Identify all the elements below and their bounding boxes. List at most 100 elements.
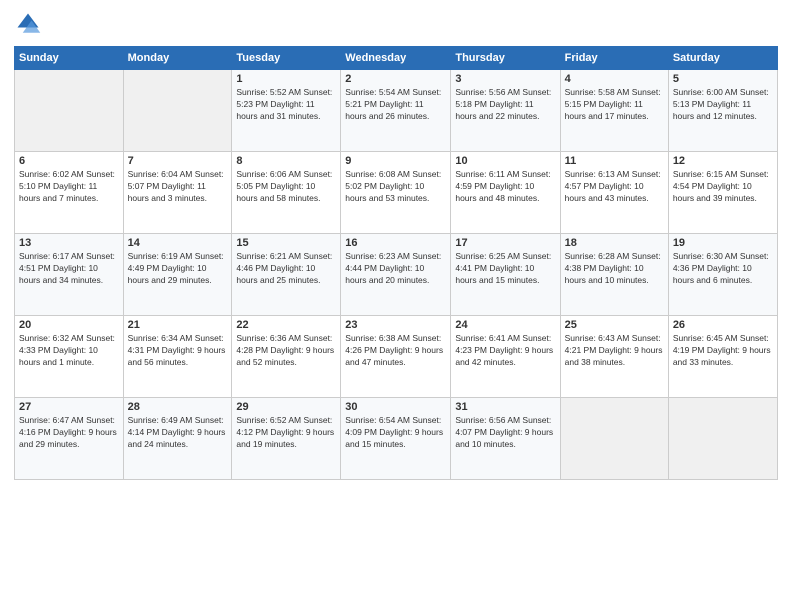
day-info: Sunrise: 5:54 AM Sunset: 5:21 PM Dayligh… (345, 87, 446, 123)
day-info: Sunrise: 6:19 AM Sunset: 4:49 PM Dayligh… (128, 251, 228, 287)
day-info: Sunrise: 6:54 AM Sunset: 4:09 PM Dayligh… (345, 415, 446, 451)
day-number: 20 (19, 319, 119, 331)
calendar-cell: 12 Sunrise: 6:15 AM Sunset: 4:54 PM Dayli… (668, 152, 777, 234)
calendar-cell: 6 Sunrise: 6:02 AM Sunset: 5:10 PM Daylig… (15, 152, 124, 234)
day-info: Sunrise: 6:00 AM Sunset: 5:13 PM Dayligh… (673, 87, 773, 123)
day-number: 26 (673, 319, 773, 331)
page: SundayMondayTuesdayWednesdayThursdayFrid… (0, 0, 792, 612)
day-number: 7 (128, 155, 228, 167)
calendar-cell: 24 Sunrise: 6:41 AM Sunset: 4:23 PM Dayli… (451, 316, 560, 398)
day-number: 24 (455, 319, 555, 331)
weekday-header: Thursday (451, 47, 560, 70)
day-number: 4 (565, 73, 664, 85)
day-number: 12 (673, 155, 773, 167)
logo-icon (14, 10, 42, 38)
calendar-cell (560, 398, 668, 480)
calendar-week-row: 20 Sunrise: 6:32 AM Sunset: 4:33 PM Dayli… (15, 316, 778, 398)
day-info: Sunrise: 6:47 AM Sunset: 4:16 PM Dayligh… (19, 415, 119, 451)
day-number: 31 (455, 401, 555, 413)
calendar-cell: 7 Sunrise: 6:04 AM Sunset: 5:07 PM Daylig… (123, 152, 232, 234)
calendar-cell: 15 Sunrise: 6:21 AM Sunset: 4:46 PM Dayli… (232, 234, 341, 316)
day-info: Sunrise: 6:25 AM Sunset: 4:41 PM Dayligh… (455, 251, 555, 287)
calendar-cell: 8 Sunrise: 6:06 AM Sunset: 5:05 PM Daylig… (232, 152, 341, 234)
weekday-header: Wednesday (341, 47, 451, 70)
calendar-week-row: 6 Sunrise: 6:02 AM Sunset: 5:10 PM Daylig… (15, 152, 778, 234)
calendar-cell: 26 Sunrise: 6:45 AM Sunset: 4:19 PM Dayli… (668, 316, 777, 398)
header (14, 10, 778, 38)
day-info: Sunrise: 6:04 AM Sunset: 5:07 PM Dayligh… (128, 169, 228, 205)
day-number: 17 (455, 237, 555, 249)
day-number: 18 (565, 237, 664, 249)
calendar-week-row: 27 Sunrise: 6:47 AM Sunset: 4:16 PM Dayli… (15, 398, 778, 480)
day-number: 27 (19, 401, 119, 413)
weekday-header: Sunday (15, 47, 124, 70)
day-number: 25 (565, 319, 664, 331)
calendar-cell: 19 Sunrise: 6:30 AM Sunset: 4:36 PM Dayli… (668, 234, 777, 316)
day-number: 23 (345, 319, 446, 331)
day-info: Sunrise: 5:56 AM Sunset: 5:18 PM Dayligh… (455, 87, 555, 123)
day-info: Sunrise: 6:17 AM Sunset: 4:51 PM Dayligh… (19, 251, 119, 287)
day-info: Sunrise: 5:52 AM Sunset: 5:23 PM Dayligh… (236, 87, 336, 123)
day-info: Sunrise: 6:41 AM Sunset: 4:23 PM Dayligh… (455, 333, 555, 369)
day-info: Sunrise: 6:06 AM Sunset: 5:05 PM Dayligh… (236, 169, 336, 205)
calendar-cell: 10Sunrise: 6:11 AM Sunset: 4:59 PM Dayli… (451, 152, 560, 234)
day-info: Sunrise: 6:34 AM Sunset: 4:31 PM Dayligh… (128, 333, 228, 369)
day-info: Sunrise: 6:56 AM Sunset: 4:07 PM Dayligh… (455, 415, 555, 451)
calendar-cell: 9 Sunrise: 6:08 AM Sunset: 5:02 PM Daylig… (341, 152, 451, 234)
calendar-cell: 21Sunrise: 6:34 AM Sunset: 4:31 PM Dayli… (123, 316, 232, 398)
calendar-week-row: 1Sunrise: 5:52 AM Sunset: 5:23 PM Daylig… (15, 70, 778, 152)
calendar-cell: 23 Sunrise: 6:38 AM Sunset: 4:26 PM Dayli… (341, 316, 451, 398)
calendar-cell (668, 398, 777, 480)
day-info: Sunrise: 6:30 AM Sunset: 4:36 PM Dayligh… (673, 251, 773, 287)
calendar-cell: 4Sunrise: 5:58 AM Sunset: 5:15 PM Daylig… (560, 70, 668, 152)
day-info: Sunrise: 6:23 AM Sunset: 4:44 PM Dayligh… (345, 251, 446, 287)
weekday-header-row: SundayMondayTuesdayWednesdayThursdayFrid… (15, 47, 778, 70)
day-info: Sunrise: 6:15 AM Sunset: 4:54 PM Dayligh… (673, 169, 773, 205)
day-info: Sunrise: 6:45 AM Sunset: 4:19 PM Dayligh… (673, 333, 773, 369)
calendar-cell: 2 Sunrise: 5:54 AM Sunset: 5:21 PM Daylig… (341, 70, 451, 152)
day-number: 2 (345, 73, 446, 85)
day-number: 3 (455, 73, 555, 85)
calendar-cell: 25 Sunrise: 6:43 AM Sunset: 4:21 PM Dayli… (560, 316, 668, 398)
day-number: 28 (128, 401, 228, 413)
day-info: Sunrise: 6:38 AM Sunset: 4:26 PM Dayligh… (345, 333, 446, 369)
day-number: 8 (236, 155, 336, 167)
day-number: 6 (19, 155, 119, 167)
calendar-cell: 18 Sunrise: 6:28 AM Sunset: 4:38 PM Dayli… (560, 234, 668, 316)
weekday-header: Monday (123, 47, 232, 70)
calendar-cell: 3 Sunrise: 5:56 AM Sunset: 5:18 PM Daylig… (451, 70, 560, 152)
calendar-week-row: 13 Sunrise: 6:17 AM Sunset: 4:51 PM Dayli… (15, 234, 778, 316)
day-info: Sunrise: 6:02 AM Sunset: 5:10 PM Dayligh… (19, 169, 119, 205)
day-number: 29 (236, 401, 336, 413)
day-info: Sunrise: 6:21 AM Sunset: 4:46 PM Dayligh… (236, 251, 336, 287)
day-info: Sunrise: 6:08 AM Sunset: 5:02 PM Dayligh… (345, 169, 446, 205)
day-number: 11 (565, 155, 664, 167)
weekday-header: Saturday (668, 47, 777, 70)
day-info: Sunrise: 6:49 AM Sunset: 4:14 PM Dayligh… (128, 415, 228, 451)
day-info: Sunrise: 6:13 AM Sunset: 4:57 PM Dayligh… (565, 169, 664, 205)
calendar-cell (123, 70, 232, 152)
calendar-cell: 31 Sunrise: 6:56 AM Sunset: 4:07 PM Dayli… (451, 398, 560, 480)
day-number: 5 (673, 73, 773, 85)
day-info: Sunrise: 6:32 AM Sunset: 4:33 PM Dayligh… (19, 333, 119, 369)
weekday-header: Tuesday (232, 47, 341, 70)
day-number: 10 (455, 155, 555, 167)
calendar-cell: 29 Sunrise: 6:52 AM Sunset: 4:12 PM Dayli… (232, 398, 341, 480)
calendar-cell: 14 Sunrise: 6:19 AM Sunset: 4:49 PM Dayli… (123, 234, 232, 316)
day-number: 9 (345, 155, 446, 167)
day-number: 13 (19, 237, 119, 249)
calendar-cell: 30Sunrise: 6:54 AM Sunset: 4:09 PM Dayli… (341, 398, 451, 480)
day-number: 15 (236, 237, 336, 249)
day-number: 22 (236, 319, 336, 331)
day-number: 19 (673, 237, 773, 249)
calendar-cell: 5 Sunrise: 6:00 AM Sunset: 5:13 PM Daylig… (668, 70, 777, 152)
day-info: Sunrise: 6:43 AM Sunset: 4:21 PM Dayligh… (565, 333, 664, 369)
day-info: Sunrise: 6:52 AM Sunset: 4:12 PM Dayligh… (236, 415, 336, 451)
calendar-cell: 27 Sunrise: 6:47 AM Sunset: 4:16 PM Dayli… (15, 398, 124, 480)
day-number: 14 (128, 237, 228, 249)
calendar-cell: 28 Sunrise: 6:49 AM Sunset: 4:14 PM Dayli… (123, 398, 232, 480)
calendar-cell: 16 Sunrise: 6:23 AM Sunset: 4:44 PM Dayli… (341, 234, 451, 316)
day-number: 16 (345, 237, 446, 249)
day-info: Sunrise: 6:28 AM Sunset: 4:38 PM Dayligh… (565, 251, 664, 287)
logo (14, 10, 46, 38)
